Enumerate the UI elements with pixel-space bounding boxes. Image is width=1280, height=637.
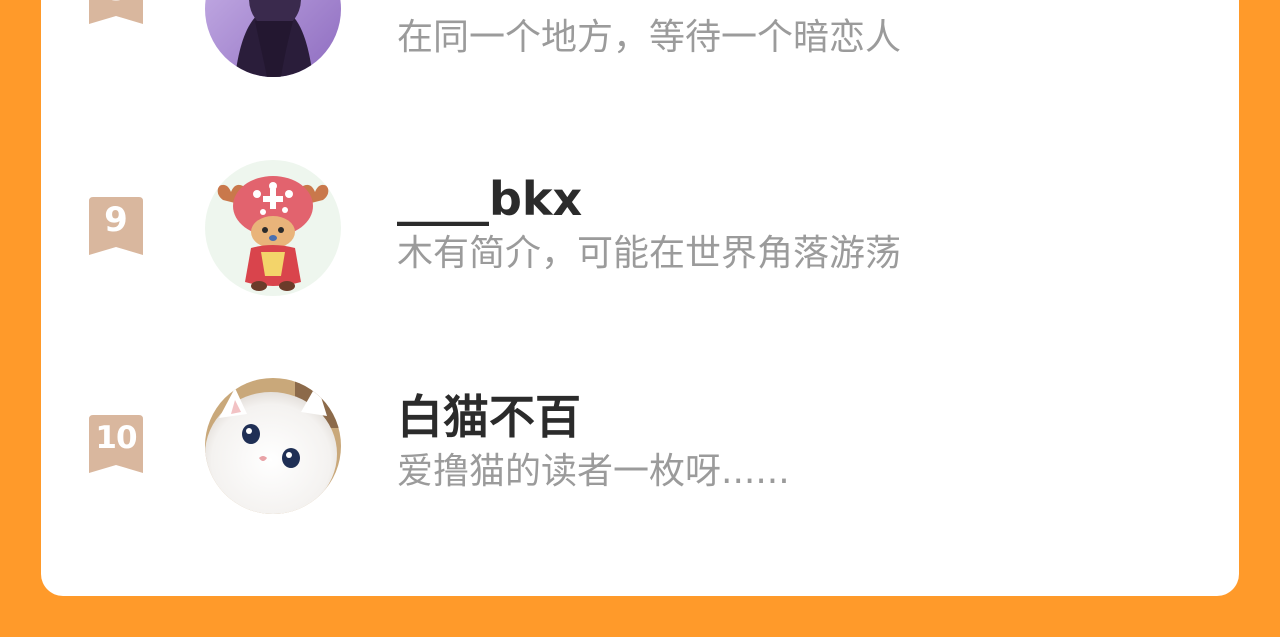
rank-number: 9 (104, 200, 128, 240)
white-cat-avatar-icon (205, 378, 341, 514)
chopper-avatar-icon (205, 160, 341, 296)
user-bio: 木有简介，可能在世界角落游荡 (397, 233, 902, 274)
rank-badge: 10 (85, 415, 147, 477)
rank-badge: 9 (85, 197, 147, 259)
user-avatar[interactable] (205, 160, 341, 296)
ranking-card: 8 在同一个地方，等待一个暗恋人 (41, 0, 1239, 596)
rank-number: 8 (85, 0, 147, 9)
user-bio: 在同一个地方，等待一个暗恋人 (397, 17, 902, 58)
user-name[interactable]: ____bkx (397, 171, 582, 227)
user-name[interactable]: 白猫不百 (397, 389, 581, 445)
ranking-row[interactable]: 10 白猫不百 爱撸猫的读者一枚呀...... (41, 370, 1239, 530)
purple-girl-avatar-icon (205, 0, 341, 77)
rank-number: 10 (95, 420, 137, 456)
ranking-row[interactable]: 8 在同一个地方，等待一个暗恋人 (41, 0, 1239, 94)
user-bio: 爱撸猫的读者一枚呀...... (397, 451, 790, 492)
ranking-row[interactable]: 9 ____bkx 木有简介，可能在世界角落游荡 (41, 152, 1239, 312)
rank-badge: 8 (85, 0, 147, 28)
user-avatar[interactable] (205, 0, 341, 77)
user-avatar[interactable] (205, 378, 341, 514)
